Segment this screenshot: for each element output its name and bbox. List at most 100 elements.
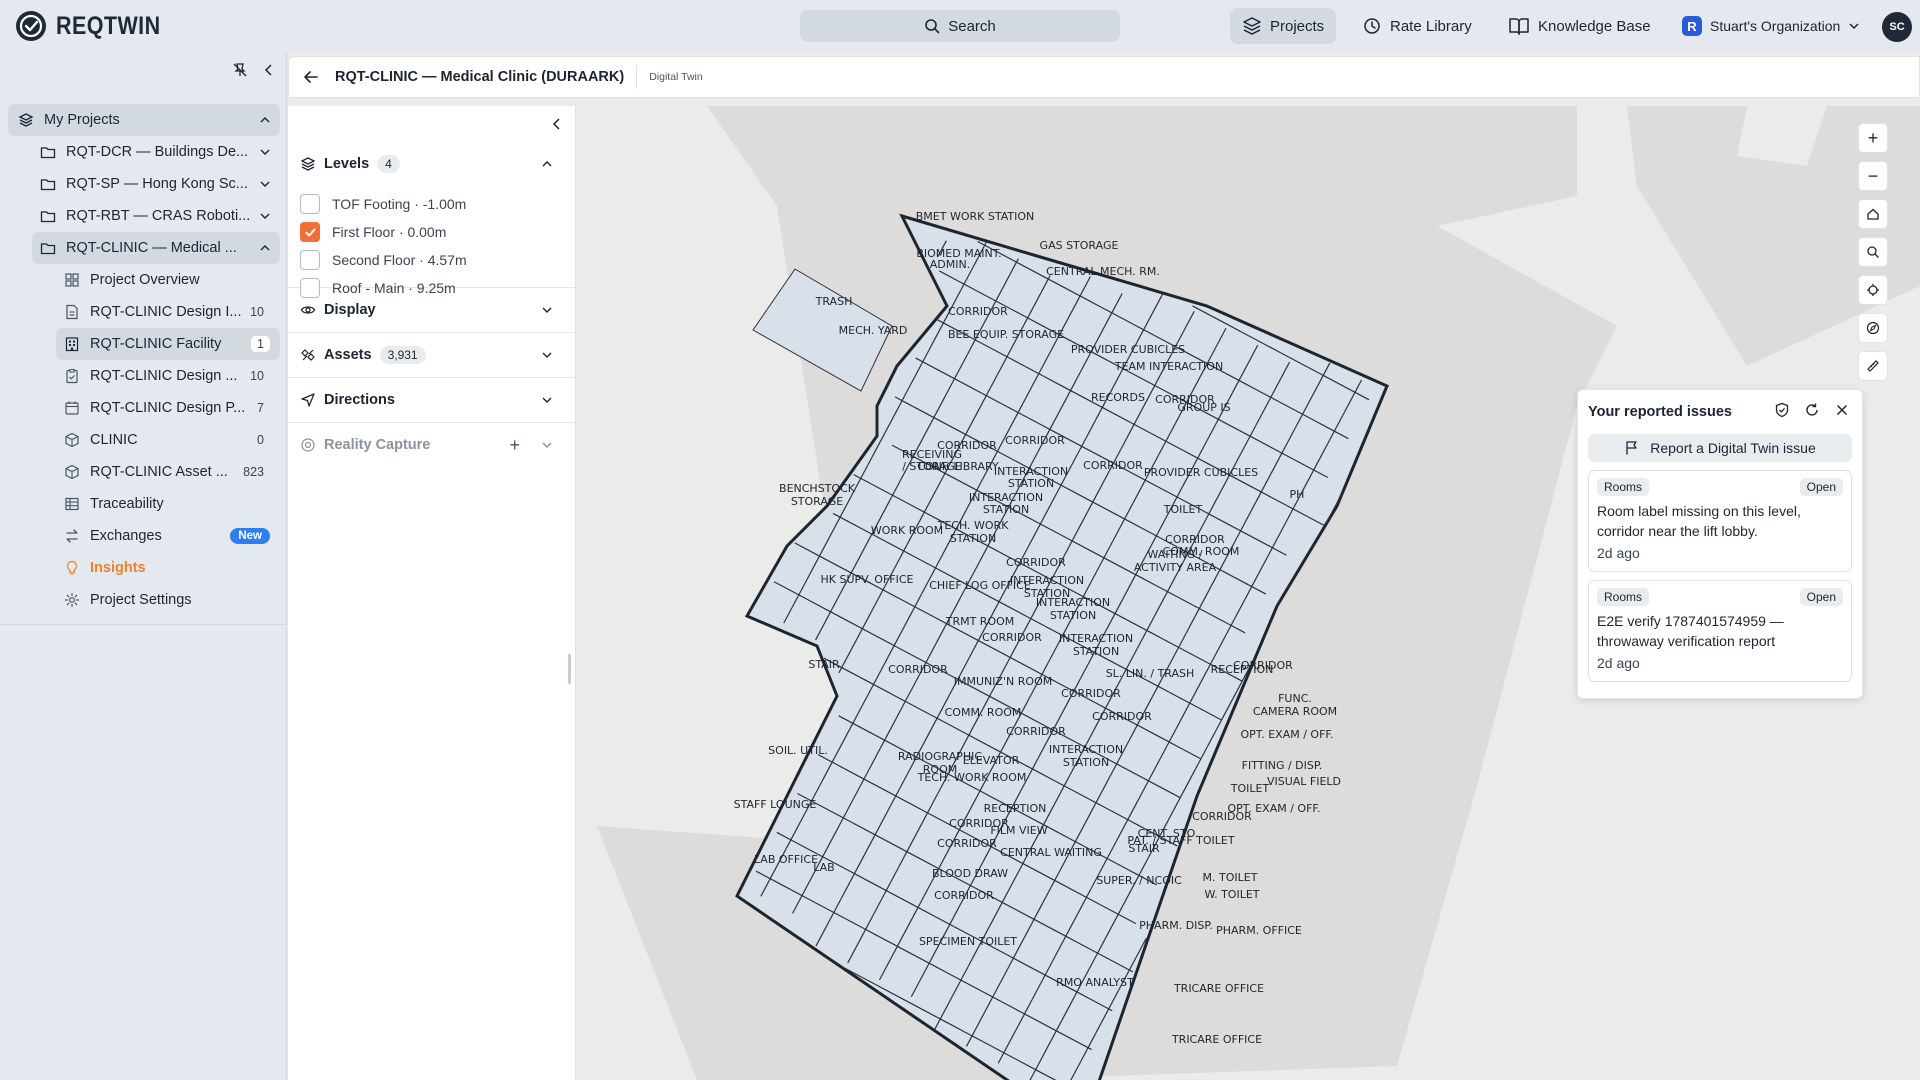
issue-card[interactable]: Rooms Open Room label missing on this le…: [1588, 470, 1852, 572]
room-label[interactable]: CORRIDOR: [948, 305, 1008, 318]
sidebar-item-project-settings[interactable]: Project Settings: [8, 584, 280, 616]
room-label[interactable]: STATION: [950, 532, 996, 545]
room-label[interactable]: CONF. LIBRARY: [917, 460, 999, 473]
room-label[interactable]: BMET WORK STATION: [916, 210, 1034, 223]
panel-resize-handle[interactable]: [568, 654, 571, 684]
room-label[interactable]: TRMT ROOM: [945, 615, 1015, 628]
room-label[interactable]: CORRIDOR: [888, 663, 948, 676]
room-label[interactable]: CORRIDOR: [1233, 659, 1293, 672]
collapse-sidebar-icon[interactable]: [262, 63, 276, 77]
room-label[interactable]: PHARM. DISP.: [1139, 919, 1213, 932]
room-label[interactable]: TRICARE OFFICE: [1171, 1033, 1262, 1046]
room-label[interactable]: STATION: [983, 503, 1029, 516]
level-item-first-floor[interactable]: First Floor · 0.00m: [288, 218, 576, 246]
room-label[interactable]: BEE EQUIP. STORAGE: [948, 328, 1064, 341]
room-label[interactable]: CORRIDOR: [937, 837, 997, 850]
room-label[interactable]: W. TOILET: [1204, 888, 1259, 901]
project-item-rbt[interactable]: RQT-RBT — CRAS Roboti...: [8, 200, 280, 232]
room-label[interactable]: CORRIDOR: [1005, 434, 1065, 447]
room-label[interactable]: SOIL. UTIL.: [768, 744, 828, 757]
room-label[interactable]: STATION: [1063, 756, 1109, 769]
report-issue-button[interactable]: Report a Digital Twin issue: [1588, 434, 1852, 462]
room-label[interactable]: STAIR: [808, 658, 840, 671]
room-label[interactable]: CORRIDOR: [1006, 556, 1066, 569]
room-label[interactable]: CORRIDOR: [982, 631, 1042, 644]
room-label[interactable]: PHARM. OFFICE: [1216, 924, 1302, 937]
unpin-icon[interactable]: [232, 62, 248, 78]
room-label[interactable]: COMM. ROOM: [1163, 545, 1240, 558]
map-search-button[interactable]: [1858, 237, 1888, 267]
room-label[interactable]: SUPER. / NCOIC: [1096, 874, 1182, 887]
room-label[interactable]: STATION: [1073, 645, 1119, 658]
display-header[interactable]: Display: [288, 288, 576, 332]
sidebar-item-exchanges[interactable]: Exchanges New: [8, 520, 280, 552]
room-label[interactable]: TEAM INTERACTION: [1114, 360, 1223, 373]
room-label[interactable]: BENCHSTOCK: [779, 482, 856, 495]
measure-button[interactable]: [1858, 351, 1888, 381]
level-item-tof-footing[interactable]: TOF Footing · -1.00m: [288, 190, 576, 218]
room-label[interactable]: RMO ANALYST: [1056, 976, 1134, 989]
room-label[interactable]: SL. LIN. / TRASH: [1106, 667, 1195, 680]
room-label[interactable]: INTERACTION: [1036, 596, 1110, 609]
room-label[interactable]: LAB OFFICE: [754, 853, 818, 866]
room-label[interactable]: CAMERA ROOM: [1253, 705, 1337, 718]
app-logo[interactable]: REQTWIN: [14, 9, 178, 43]
room-label[interactable]: GAS STORAGE: [1040, 239, 1119, 252]
org-switcher[interactable]: R Stuart's Organization: [1670, 8, 1872, 44]
sidebar-item-project-overview[interactable]: Project Overview: [8, 264, 280, 296]
room-label[interactable]: VISUAL FIELD: [1267, 775, 1341, 788]
room-label[interactable]: IMMUNIZ'N ROOM: [954, 675, 1052, 688]
room-label[interactable]: CORRIDOR: [1192, 810, 1252, 823]
home-view-button[interactable]: [1858, 199, 1888, 229]
room-label[interactable]: STORAGE: [791, 495, 843, 508]
room-label[interactable]: INTERACTION: [1049, 743, 1123, 756]
project-item-dcr[interactable]: RQT-DCR — Buildings De...: [8, 136, 280, 168]
project-item-sp[interactable]: RQT-SP — Hong Kong Sc...: [8, 168, 280, 200]
room-label[interactable]: CENTRAL MECH. RM.: [1046, 265, 1160, 278]
room-label[interactable]: CORRIDOR: [1006, 725, 1066, 738]
room-label[interactable]: TOILET: [1230, 782, 1270, 795]
room-label[interactable]: GROUP IS: [1177, 401, 1230, 414]
room-label[interactable]: RECORDS: [1091, 391, 1145, 404]
room-label[interactable]: CORRIDOR: [1061, 687, 1121, 700]
search-button[interactable]: Search: [800, 10, 1120, 42]
room-label[interactable]: BLOOD DRAW: [932, 867, 1008, 880]
room-label[interactable]: PROVIDER CUBICLES: [1071, 343, 1185, 356]
room-label[interactable]: TOILET: [1163, 503, 1203, 516]
room-label[interactable]: STATION: [1050, 609, 1096, 622]
room-label[interactable]: M. TOILET: [1203, 871, 1258, 884]
sidebar-item-insights[interactable]: Insights: [8, 552, 280, 584]
level-checkbox[interactable]: [300, 250, 320, 270]
compass-button[interactable]: [1858, 313, 1888, 343]
reality-capture-header[interactable]: Reality Capture +: [288, 423, 576, 467]
directions-header[interactable]: Directions: [288, 378, 576, 422]
room-label[interactable]: CENTRAL WAITING: [1000, 846, 1102, 859]
sidebar-item-design-p[interactable]: RQT-CLINIC Design P... 7: [8, 392, 280, 424]
room-label[interactable]: INTERACTION: [1059, 632, 1133, 645]
room-label[interactable]: FUNC.: [1278, 692, 1312, 705]
my-projects-header[interactable]: My Projects: [8, 104, 280, 136]
user-avatar[interactable]: SC: [1882, 12, 1912, 42]
nav-rate-library[interactable]: Rate Library: [1350, 8, 1484, 44]
close-icon[interactable]: [1834, 402, 1850, 418]
room-label[interactable]: STAFF LOUNGE: [734, 798, 817, 811]
room-label[interactable]: FITTING / DISP.: [1242, 759, 1323, 772]
room-label[interactable]: TRASH: [815, 295, 853, 308]
room-label[interactable]: ACTIVITY AREA: [1134, 561, 1217, 574]
levels-header[interactable]: Levels 4: [288, 142, 576, 186]
room-label[interactable]: FILM VIEW: [990, 824, 1047, 837]
sidebar-item-design-2[interactable]: RQT-CLINIC Design ... 10: [8, 360, 280, 392]
room-label[interactable]: TECH. WORK: [937, 519, 1010, 532]
room-label[interactable]: CORRIDOR: [934, 889, 994, 902]
add-icon[interactable]: +: [509, 435, 520, 456]
room-label[interactable]: PH: [1290, 488, 1305, 501]
room-label[interactable]: ADMIN.: [930, 258, 970, 271]
sidebar-item-asset[interactable]: RQT-CLINIC Asset ... 823: [8, 456, 280, 488]
level-checkbox-checked[interactable]: [300, 222, 320, 242]
room-label[interactable]: INTERACTION: [1010, 574, 1084, 587]
sidebar-item-facility[interactable]: RQT-CLINIC Facility 1: [56, 328, 280, 360]
room-label[interactable]: MECH. YARD: [839, 324, 908, 337]
room-label[interactable]: COMM. ROOM: [945, 706, 1022, 719]
room-label[interactable]: CORRIDOR: [1083, 459, 1143, 472]
sidebar-item-design-i[interactable]: RQT-CLINIC Design I... 10: [8, 296, 280, 328]
